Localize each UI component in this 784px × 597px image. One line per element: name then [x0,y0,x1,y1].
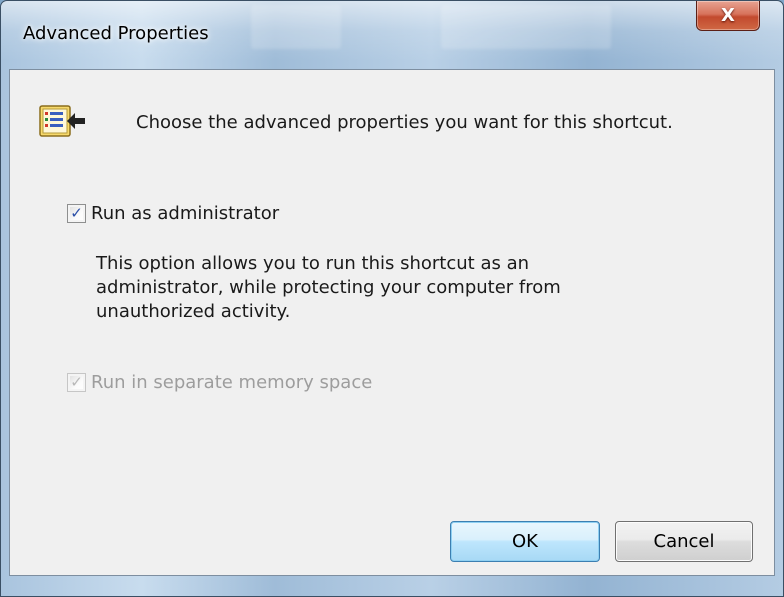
checkmark-icon: ✓ [70,373,83,391]
separate-memory-option: ✓ Run in separate memory space [67,372,372,393]
window-title: Advanced Properties [23,23,209,44]
close-icon: X [721,4,735,26]
dialog-body: Choose the advanced properties you want … [9,69,775,576]
advanced-properties-icon [37,100,89,144]
dialog-header: Choose the advanced properties you want … [37,100,673,144]
cancel-button[interactable]: Cancel [615,521,753,562]
close-button[interactable]: X [696,1,760,31]
run-as-administrator-label[interactable]: Run as administrator [91,203,279,224]
header-text: Choose the advanced properties you want … [136,111,673,133]
run-as-administrator-option[interactable]: ✓ Run as administrator [67,203,279,224]
ok-button[interactable]: OK [450,521,600,562]
run-as-administrator-checkbox[interactable]: ✓ [67,204,86,223]
checkmark-icon: ✓ [70,204,83,222]
advanced-properties-window: Advanced Properties X Choose the advance… [0,0,784,597]
separate-memory-checkbox: ✓ [67,373,86,392]
separate-memory-label: Run in separate memory space [91,372,373,393]
window-bottom-frame [1,574,783,596]
run-as-administrator-description: This option allows you to run this short… [96,253,561,322]
title-bar[interactable]: Advanced Properties X [1,1,783,71]
